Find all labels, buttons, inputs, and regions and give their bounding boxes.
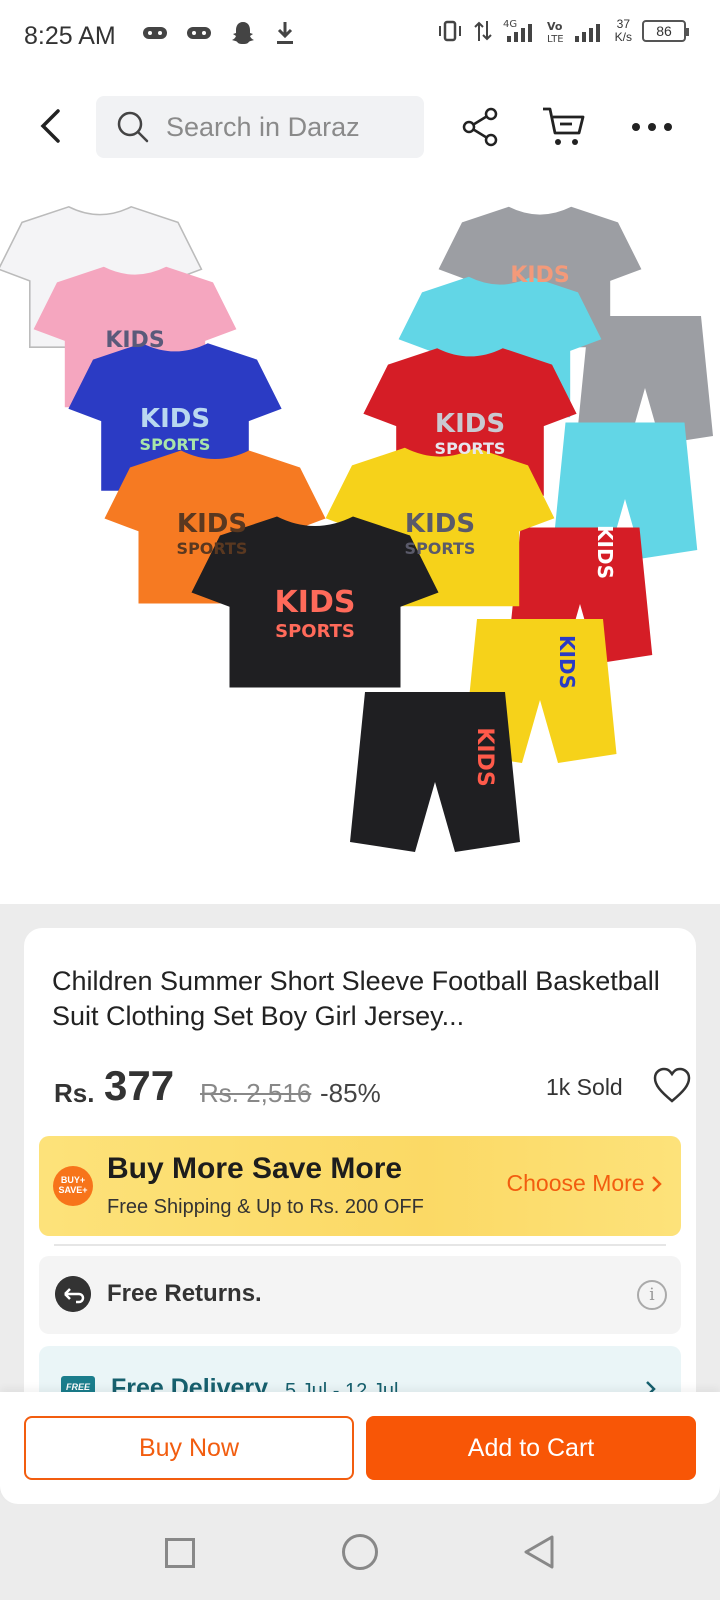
buy-more-save-icon: BUY+ SAVE+ <box>53 1166 93 1206</box>
system-icons: 4G Vo LTE 37 K/s 86 <box>437 17 689 44</box>
price-value: 377 <box>104 1062 175 1109</box>
share-button[interactable] <box>456 102 504 152</box>
info-icon[interactable]: i <box>637 1280 667 1310</box>
cart-button[interactable] <box>540 102 588 152</box>
promo-subtitle: Free Shipping & Up to Rs. 200 OFF <box>107 1196 424 1218</box>
product-image[interactable]: KIDS KIDS SPORTS KIDS SPORTS KIDS KIDS S… <box>0 182 720 904</box>
battery-indicator: 86 <box>642 20 689 42</box>
share-icon <box>462 107 498 147</box>
divider <box>54 1244 666 1246</box>
notification-icons <box>142 20 296 46</box>
product-title: Children Summer Short Sleeve Football Ba… <box>52 966 660 1031</box>
black-shirt-subtext: SPORTS <box>275 621 355 642</box>
yellow-shorts-text: KIDS <box>555 635 579 689</box>
back-button[interactable] <box>30 102 70 150</box>
data-arrows-icon <box>473 21 492 41</box>
home-button[interactable] <box>342 1534 378 1570</box>
buy-now-button[interactable]: Buy Now <box>24 1416 354 1480</box>
discount-percent: -85% <box>320 1078 381 1108</box>
svg-text:Vo: Vo <box>547 20 563 33</box>
search-input[interactable] <box>166 111 406 143</box>
system-back-icon[interactable] <box>522 1534 556 1570</box>
black-shirt-text: KIDS <box>275 585 356 620</box>
grey-shirt-text: KIDS <box>510 263 569 288</box>
network-speed: 37 K/s <box>614 17 632 44</box>
wishlist-heart-icon[interactable] <box>652 1066 692 1106</box>
free-returns-row[interactable]: Free Returns. i <box>39 1256 681 1334</box>
product-photo-kids-sports-sets: KIDS KIDS SPORTS KIDS SPORTS KIDS KIDS S… <box>0 206 713 852</box>
orange-shirt-text: KIDS <box>177 509 247 539</box>
volte-signal-icon: VoLTE <box>547 20 600 44</box>
recents-button[interactable] <box>165 1538 195 1568</box>
top-navigation <box>0 72 720 182</box>
search-bar[interactable] <box>96 96 424 158</box>
blue-shirt-text: KIDS <box>140 404 210 434</box>
purchase-action-bar: Buy Now Add to Cart <box>0 1392 720 1504</box>
yellow-shirt-text: KIDS <box>405 509 475 539</box>
red-shirt-text: KIDS <box>435 409 505 439</box>
vibrate-icon <box>438 20 461 42</box>
gamepad-icon <box>187 27 211 39</box>
orange-shirt-subtext: SPORTS <box>177 539 248 558</box>
blue-shirt-subtext: SPORTS <box>140 435 211 454</box>
gamepad-icon <box>143 27 167 39</box>
free-returns-label: Free Returns. <box>107 1280 262 1307</box>
choose-more-link[interactable]: Choose More <box>507 1170 663 1197</box>
promo-title: Buy More Save More <box>107 1152 403 1185</box>
svg-text:4G: 4G <box>503 19 517 30</box>
search-icon <box>117 111 149 143</box>
red-shorts-text: KIDS <box>593 525 617 579</box>
price-row: Rs. 377 Rs. 2,516 -85% 1k Sold <box>54 1062 691 1112</box>
more-icon <box>632 123 672 131</box>
signal-4g-icon: 4G <box>503 19 532 42</box>
status-bar: 8:25 AM 4G Vo LTE 37 K/s 86 <box>0 0 720 72</box>
svg-text:LTE: LTE <box>547 34 564 44</box>
original-price: Rs. 2,516 <box>200 1078 312 1108</box>
chevron-right-icon <box>652 1176 662 1192</box>
cart-icon <box>543 107 585 145</box>
status-time: 8:25 AM <box>24 22 116 50</box>
add-to-cart-button[interactable]: Add to Cart <box>366 1416 696 1480</box>
more-options-button[interactable] <box>628 102 676 152</box>
system-navigation-bar <box>0 1504 720 1600</box>
price-currency: Rs. <box>54 1078 95 1108</box>
return-icon <box>55 1276 91 1312</box>
yellow-shirt-subtext: SPORTS <box>405 539 476 558</box>
promo-banner[interactable]: BUY+ SAVE+ Buy More Save More Free Shipp… <box>39 1136 681 1236</box>
sold-count: 1k Sold <box>546 1074 623 1100</box>
back-arrow-icon <box>40 109 60 143</box>
download-icon <box>277 22 293 44</box>
red-shirt-subtext: SPORTS <box>435 439 506 458</box>
pink-shirt-text: KIDS <box>105 328 164 353</box>
black-shorts-text: KIDS <box>472 727 497 786</box>
snapchat-icon <box>232 22 254 44</box>
